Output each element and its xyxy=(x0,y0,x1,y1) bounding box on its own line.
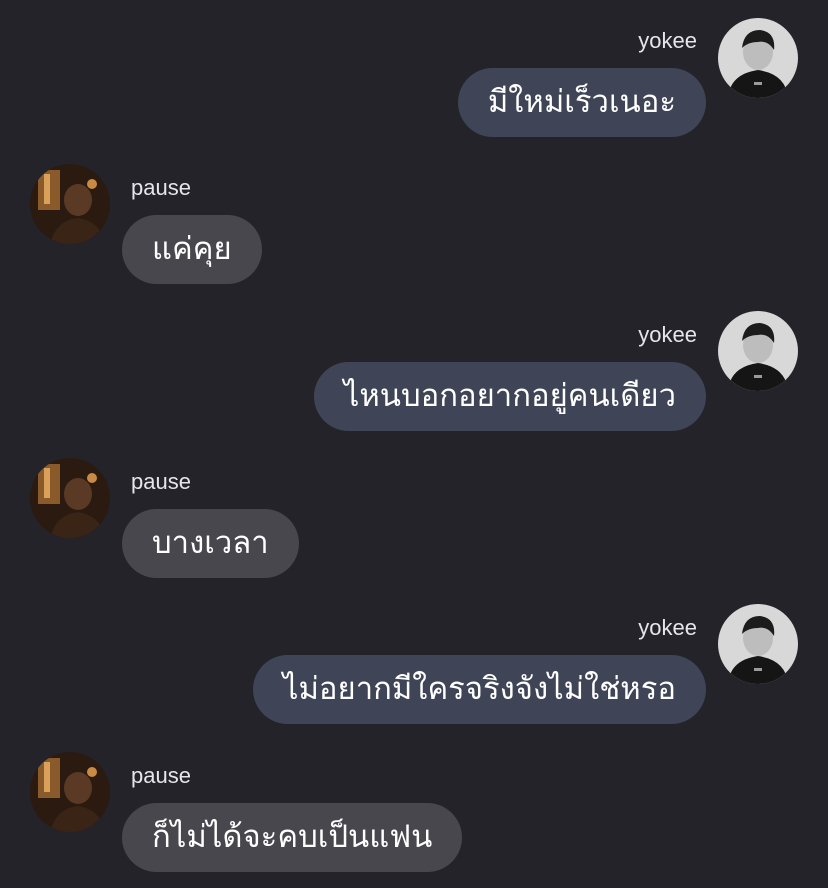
message-bubble-incoming[interactable]: บางเวลา xyxy=(122,509,299,578)
chat-thread: yokee มีใหม่เร็วเนอะ pause แค่คุย yokee … xyxy=(0,0,828,888)
yokee-avatar-image xyxy=(718,604,798,684)
message-bubble-outgoing[interactable]: ไหนบอกอยากอยู่คนเดียว xyxy=(313,362,706,431)
message-bubble-incoming[interactable]: ก็ไม่ได้จะคบเป็นแฟน xyxy=(122,803,463,872)
sender-name: pause xyxy=(131,469,191,494)
pause-avatar[interactable] xyxy=(30,752,110,832)
sender-name: pause xyxy=(131,763,191,788)
yokee-avatar[interactable] xyxy=(718,311,798,391)
message-bubble-outgoing[interactable]: ไม่อยากมีใครจริงจังไม่ใช่หรอ xyxy=(252,655,706,724)
yokee-avatar[interactable] xyxy=(718,18,798,98)
sender-name: yokee xyxy=(638,615,697,640)
pause-avatar[interactable] xyxy=(30,458,110,538)
message-bubble-incoming[interactable]: แค่คุย xyxy=(122,215,262,284)
yokee-avatar[interactable] xyxy=(718,604,798,684)
pause-avatar-image xyxy=(30,458,110,538)
sender-name: pause xyxy=(131,175,191,200)
pause-avatar-image xyxy=(30,164,110,244)
yokee-avatar-image xyxy=(718,311,798,391)
yokee-avatar-image xyxy=(718,18,798,98)
sender-name: yokee xyxy=(638,322,697,347)
pause-avatar-image xyxy=(30,752,110,832)
pause-avatar[interactable] xyxy=(30,164,110,244)
sender-name: yokee xyxy=(638,28,697,53)
message-bubble-outgoing[interactable]: มีใหม่เร็วเนอะ xyxy=(457,68,706,137)
